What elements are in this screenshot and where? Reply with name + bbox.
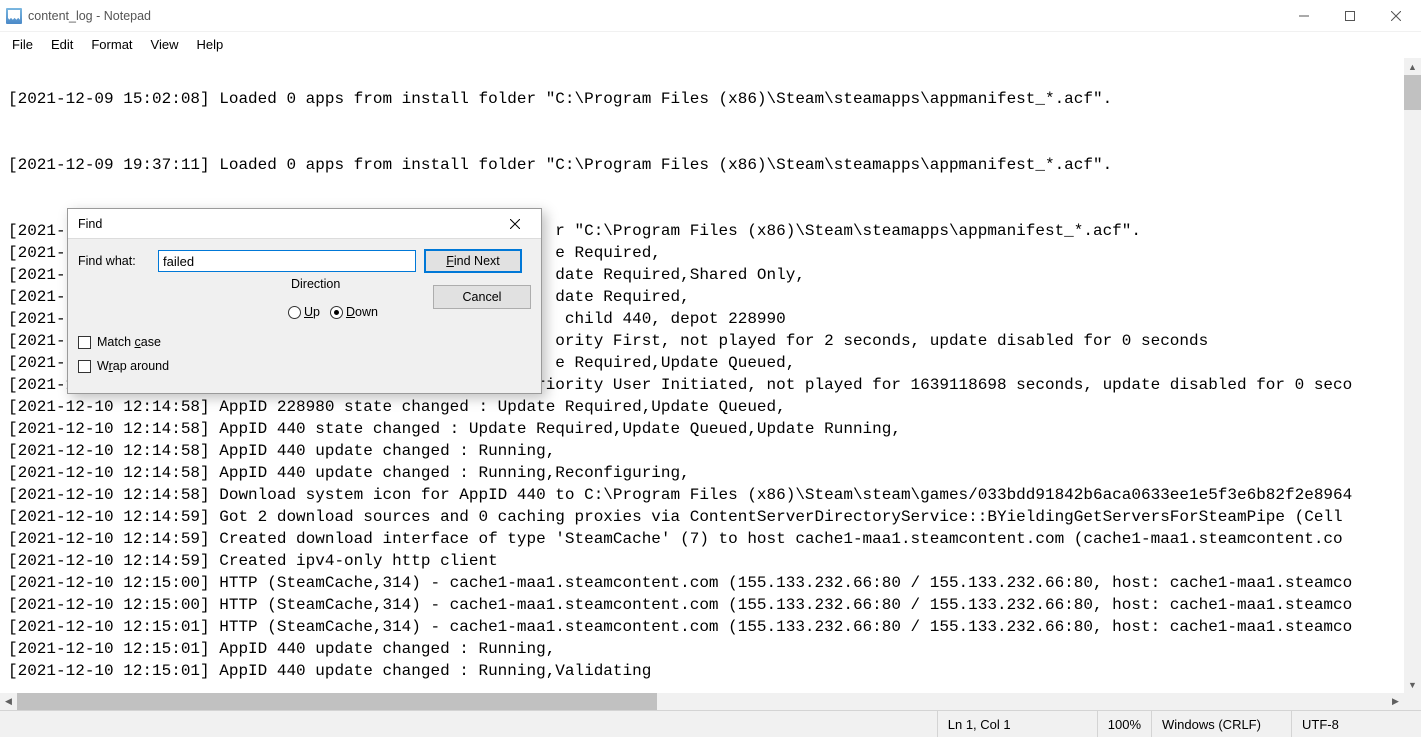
find-what-label: Find what:: [78, 254, 150, 268]
direction-label: Direction: [288, 277, 343, 291]
menubar: File Edit Format View Help: [0, 34, 1421, 54]
status-encoding: UTF-8: [1291, 711, 1421, 737]
find-dialog: Find Find what: Find Next Cancel Directi…: [67, 208, 542, 394]
status-spacer: [0, 711, 937, 737]
status-eol: Windows (CRLF): [1151, 711, 1291, 737]
direction-up-radio[interactable]: Up: [288, 305, 320, 319]
menu-edit[interactable]: Edit: [43, 35, 81, 54]
cancel-button[interactable]: Cancel: [433, 285, 531, 309]
horizontal-scroll-thumb[interactable]: [17, 693, 657, 710]
titlebar: content_log - Notepad: [0, 0, 1421, 32]
scroll-corner: [1404, 693, 1421, 710]
status-position: Ln 1, Col 1: [937, 711, 1097, 737]
window-title: content_log - Notepad: [28, 9, 151, 23]
notepad-icon: [6, 8, 22, 24]
horizontal-scrollbar[interactable]: ◀ ▶: [0, 693, 1404, 710]
status-zoom: 100%: [1097, 711, 1151, 737]
direction-group: Direction Up Down: [280, 281, 410, 341]
checkbox-icon: [78, 336, 91, 349]
maximize-button[interactable]: [1327, 1, 1373, 31]
statusbar: Ln 1, Col 1 100% Windows (CRLF) UTF-8: [0, 710, 1421, 737]
checkbox-icon: [78, 360, 91, 373]
find-close-button[interactable]: [495, 211, 535, 237]
minimize-button[interactable]: [1281, 1, 1327, 31]
find-dialog-titlebar[interactable]: Find: [68, 209, 541, 239]
menu-format[interactable]: Format: [83, 35, 140, 54]
find-what-input[interactable]: [158, 250, 416, 272]
menu-view[interactable]: View: [143, 35, 187, 54]
find-dialog-title: Find: [78, 217, 102, 231]
find-next-label: ind Next: [454, 254, 500, 268]
menu-file[interactable]: File: [4, 35, 41, 54]
match-case-checkbox[interactable]: Match case: [78, 335, 169, 349]
find-dialog-body: Find what: Find Next Cancel Direction Up…: [68, 239, 541, 393]
find-next-button[interactable]: Find Next: [424, 249, 522, 273]
scroll-left-arrow-icon[interactable]: ◀: [0, 693, 17, 710]
scroll-up-arrow-icon[interactable]: ▲: [1404, 58, 1421, 75]
scroll-right-arrow-icon[interactable]: ▶: [1387, 693, 1404, 710]
wrap-around-checkbox[interactable]: Wrap around: [78, 359, 169, 373]
radio-icon: [288, 306, 301, 319]
direction-down-radio[interactable]: Down: [330, 305, 378, 319]
vertical-scroll-thumb[interactable]: [1404, 75, 1421, 110]
radio-checked-icon: [330, 306, 343, 319]
close-button[interactable]: [1373, 1, 1419, 31]
scroll-down-arrow-icon[interactable]: ▼: [1404, 676, 1421, 693]
vertical-scrollbar[interactable]: ▲ ▼: [1404, 58, 1421, 693]
window-buttons: [1281, 1, 1419, 31]
menu-help[interactable]: Help: [188, 35, 231, 54]
